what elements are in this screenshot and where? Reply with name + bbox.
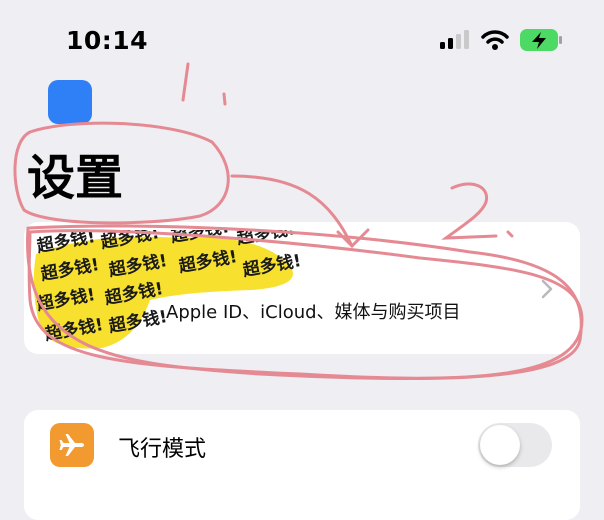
battery-charging-icon bbox=[520, 29, 562, 51]
settings-card: 飞行模式 bbox=[24, 410, 580, 520]
status-time: 10:14 bbox=[66, 26, 149, 55]
account-card: 超多钱! 超多钱! 超多钱! 超多钱! 超多钱! 超多钱! 超多钱! 超多钱! … bbox=[24, 222, 580, 354]
airplane-mode-row[interactable]: 飞行模式 bbox=[24, 410, 580, 480]
airplane-icon bbox=[50, 423, 94, 467]
apple-id-row[interactable]: 超多钱! 超多钱! 超多钱! 超多钱! 超多钱! 超多钱! 超多钱! 超多钱! … bbox=[24, 222, 580, 354]
annotation-mark-1-dot bbox=[222, 92, 227, 106]
chevron-right-icon bbox=[541, 279, 553, 299]
sticker-text: 超多钱! bbox=[235, 230, 297, 249]
airplane-mode-toggle[interactable] bbox=[478, 423, 552, 467]
airplane-mode-label: 飞行模式 bbox=[118, 437, 207, 462]
page-title: 设置 bbox=[27, 150, 124, 206]
toggle-knob bbox=[480, 425, 520, 465]
status-bar: 10:14 bbox=[0, 0, 604, 80]
status-icons bbox=[440, 28, 564, 52]
wifi-icon bbox=[481, 30, 509, 50]
money-sticker-avatar: 超多钱! 超多钱! 超多钱! 超多钱! 超多钱! 超多钱! 超多钱! 超多钱! … bbox=[33, 230, 302, 349]
apple-id-label: Apple ID、iCloud、媒体与购买项目 bbox=[166, 302, 461, 323]
cellular-signal-icon bbox=[440, 30, 469, 49]
airplane-glyph-icon bbox=[59, 434, 84, 456]
next-row-icon bbox=[48, 80, 92, 124]
